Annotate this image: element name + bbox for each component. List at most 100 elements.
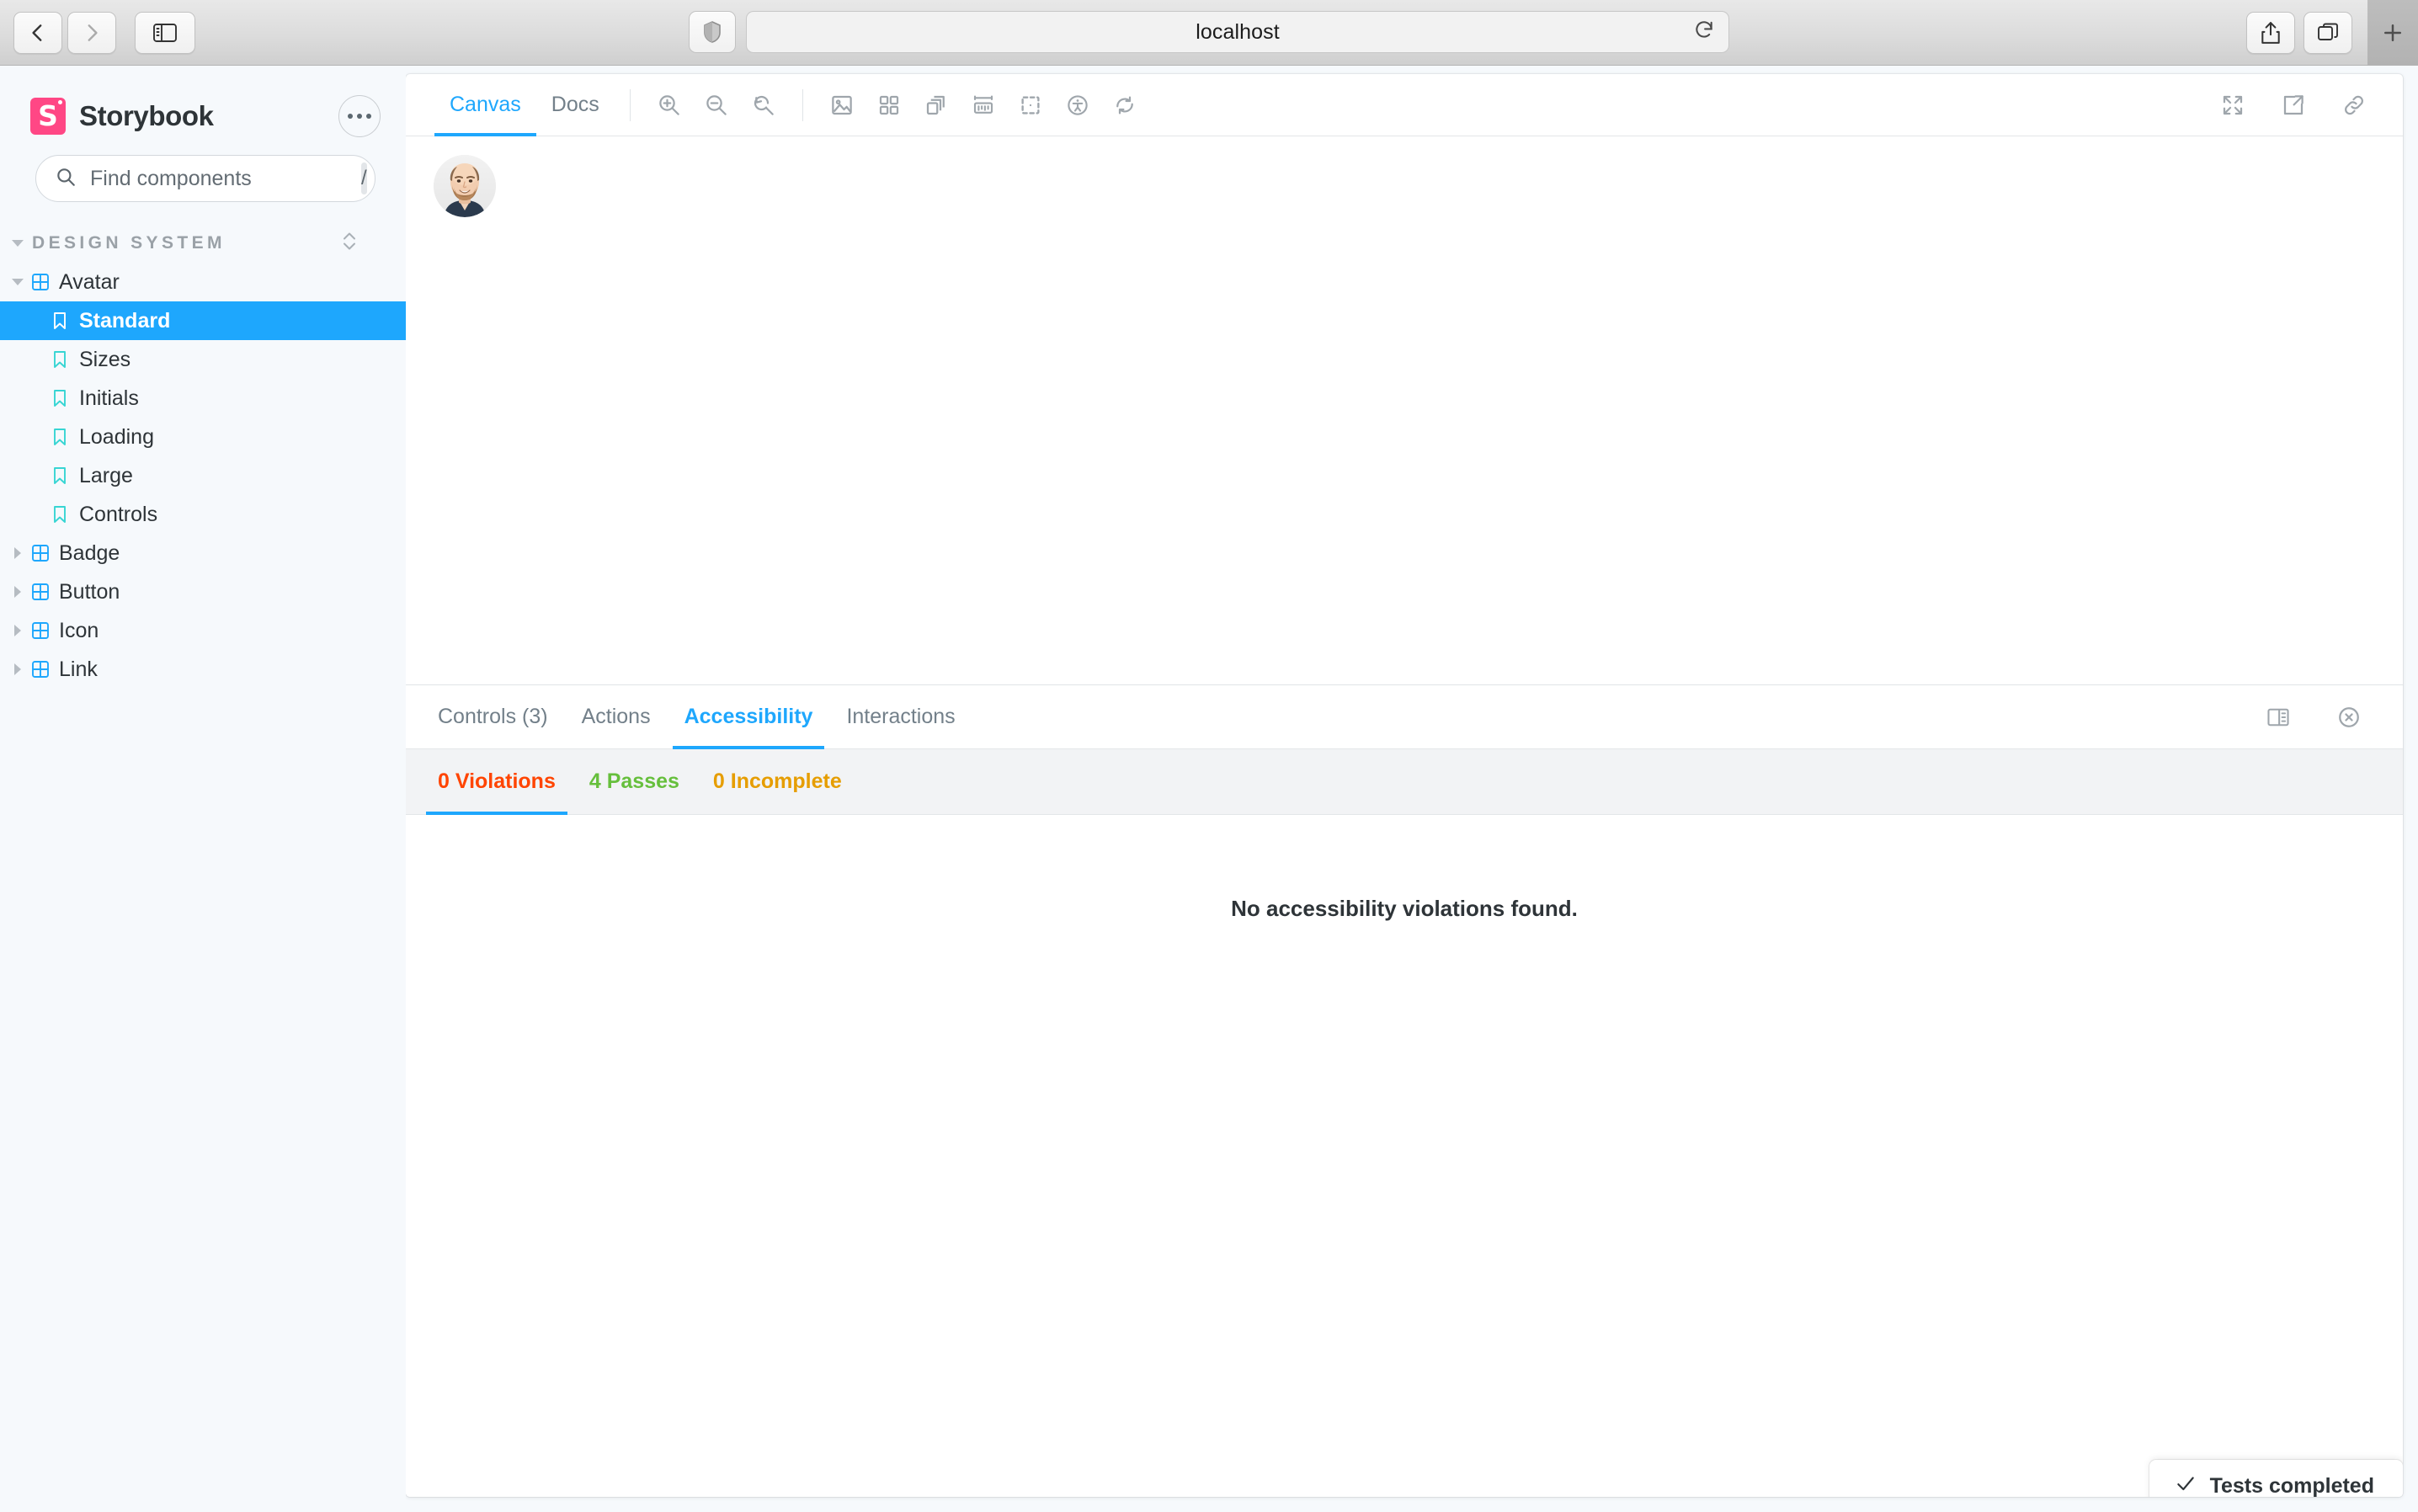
tab-canvas-label: Canvas [450,93,521,116]
tab-interactions[interactable]: Interactions [829,685,972,749]
check-icon [2175,1472,2197,1498]
component-grid-icon [30,543,59,563]
tree-item-button[interactable]: Button [0,572,406,611]
tree-item-badge[interactable]: Badge [0,534,406,572]
zoom-in-icon[interactable] [647,83,691,127]
subtab-incomplete[interactable]: 0 Incomplete [696,749,859,815]
tab-docs-label: Docs [551,93,599,116]
chevron-down-icon [12,279,24,285]
preview-toolbar: Canvas Docs [406,74,2403,137]
search-shortcut-badge: / [361,162,367,194]
tab-accessibility-label: Accessibility [684,705,813,728]
a11y-subtabs: 0 Violations 4 Passes 0 Incomplete [406,749,2403,816]
zoom-reset-icon[interactable] [742,83,786,127]
search-input[interactable] [90,166,361,191]
tab-canvas[interactable]: Canvas [434,74,536,137]
tree-item-label: Controls [79,502,158,526]
refresh-icon[interactable] [1103,83,1147,127]
url-text: localhost [1196,19,1280,44]
tree-item-standard[interactable]: Standard [0,301,406,340]
chevron-right-icon [14,586,24,598]
tab-controls-label: Controls (3) [438,705,548,728]
addon-panel: Controls (3) Actions Accessibility Inter… [406,684,2403,1497]
tab-controls[interactable]: Controls (3) [421,685,565,749]
story-bookmark-icon [51,466,79,486]
tree-item-large[interactable]: Large [0,456,406,495]
tests-completed-label: Tests completed [2209,1473,2374,1498]
subtab-passes-label: 4 Passes [589,769,679,793]
subtab-incomplete-label: 0 Incomplete [712,769,842,793]
story-bookmark-icon [51,504,79,524]
tree-item-label: Initials [79,386,139,410]
a11y-results-body: No accessibility violations found. Tests… [406,815,2403,1497]
subtab-violations-label: 0 Violations [438,769,556,793]
tab-overview-button[interactable] [2303,12,2352,54]
tree-item-label: Link [59,657,98,681]
tests-completed-toast[interactable]: Tests completed [2149,1460,2403,1497]
tree-item-label: Avatar [59,269,120,294]
tree-item-label: Button [59,579,120,604]
brand-name: Storybook [79,100,214,131]
subtab-passes[interactable]: 4 Passes [573,749,696,815]
addon-panel-tabs: Controls (3) Actions Accessibility Inter… [406,685,2403,750]
avatar-image [434,155,496,217]
sidebar-more-menu-button[interactable] [338,95,381,137]
tree-item-link[interactable]: Link [0,650,406,689]
story-bookmark-icon [51,427,79,447]
share-button[interactable] [2246,12,2295,54]
tab-docs[interactable]: Docs [536,74,615,136]
tree-item-icon[interactable]: Icon [0,611,406,650]
story-bookmark-icon [51,311,79,331]
measure-icon[interactable] [961,83,1005,127]
privacy-shield-button[interactable] [689,11,736,53]
tree-item-label: Loading [79,424,154,449]
story-tree: DESIGN SYSTEM Avatar Standard Sizes Init… [0,224,406,689]
search-wrap: / [0,143,406,202]
addon-panel-tools [2255,685,2373,749]
accessibility-icon[interactable] [1056,83,1100,127]
new-tab-button[interactable] [2367,0,2418,66]
section-label: DESIGN SYSTEM [32,233,226,253]
copy-link-icon[interactable] [2332,83,2376,127]
fullscreen-icon[interactable] [2211,83,2255,127]
backgrounds-icon[interactable] [820,83,864,127]
url-center-group: localhost [0,11,2418,53]
component-grid-icon [30,272,59,292]
component-grid-icon [30,659,59,679]
tree-item-sizes[interactable]: Sizes [0,340,406,379]
dot-icon [348,114,353,119]
reload-icon[interactable] [1693,19,1715,45]
sort-chevrons-icon[interactable] [340,229,359,258]
tab-actions-label: Actions [581,705,651,728]
main-panel: Canvas Docs Controls (3) Actions Accessi… [406,74,2403,1497]
storybook-logo-icon: S [30,98,66,135]
tree-item-initials[interactable]: Initials [0,379,406,418]
tree-item-label: Badge [59,540,120,565]
search-icon [55,166,77,192]
open-new-tab-icon[interactable] [2272,83,2315,127]
browser-right-group [2246,0,2418,66]
tree-item-label: Large [79,463,133,487]
tab-accessibility[interactable]: Accessibility [668,685,830,750]
tree-item-avatar[interactable]: Avatar [0,263,406,301]
grid-icon[interactable] [867,83,911,127]
tab-actions[interactable]: Actions [565,685,668,749]
dot-icon [366,114,371,119]
outline-icon[interactable] [1009,83,1052,127]
close-panel-icon[interactable] [2327,695,2371,739]
url-bar[interactable]: localhost [746,11,1729,53]
dot-icon [357,114,362,119]
tree-item-label: Icon [59,618,99,642]
tree-item-controls[interactable]: Controls [0,495,406,534]
tree-section-design-system[interactable]: DESIGN SYSTEM [0,224,406,263]
panel-position-icon[interactable] [2256,695,2300,739]
tree-item-loading[interactable]: Loading [0,418,406,456]
viewport-icon[interactable] [914,83,958,127]
sidebar: S Storybook / DESIGN SYSTEM [0,66,406,1512]
subtab-violations[interactable]: 0 Violations [421,749,573,816]
search-box[interactable]: / [35,155,375,202]
storybook-brand[interactable]: S Storybook [30,98,214,135]
toolbar-divider [802,88,803,121]
a11y-empty-message: No accessibility violations found. [1231,896,1578,921]
zoom-out-icon[interactable] [695,83,738,127]
